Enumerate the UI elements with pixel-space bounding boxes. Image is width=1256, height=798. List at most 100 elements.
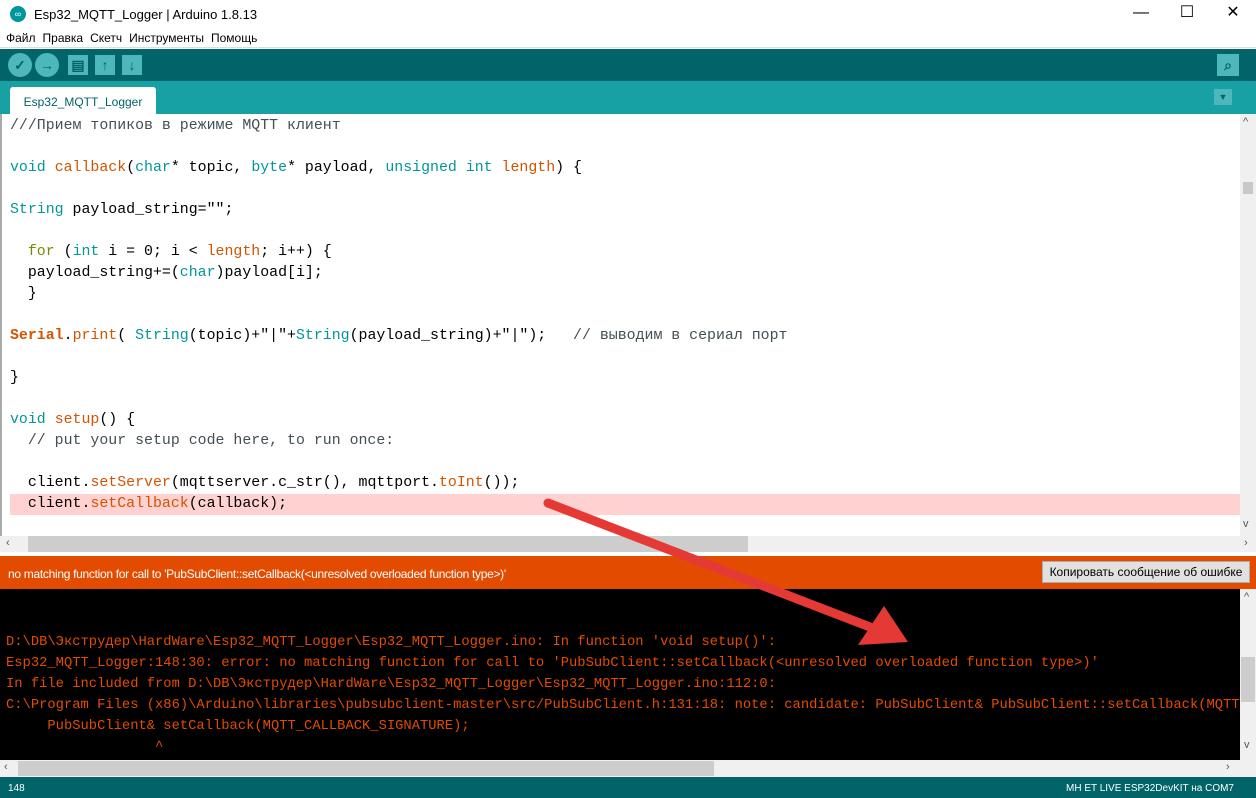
code-token: } [10,286,37,302]
code-token: length [501,160,556,176]
code-token: () { [99,412,136,428]
code-token: * topic, [170,160,252,176]
code-token: ( [126,160,136,176]
board-port-info: MH ET LIVE ESP32DevKIT на COM7 [1066,783,1234,794]
save-icon[interactable]: ↓ [122,55,142,75]
code-token: setCallback [90,496,189,512]
code-token: char [135,160,171,176]
menu-tools[interactable]: Инструменты [129,31,204,45]
code-line: } [10,368,19,389]
new-icon[interactable]: ▤ [68,55,88,75]
copy-error-button[interactable]: Копировать сообщение об ошибке [1042,561,1250,583]
tab-bar: Esp32_MQTT_Logger ▼ [0,81,1256,114]
scroll-left-icon[interactable]: ‹ [6,537,10,549]
code-token: . [63,328,73,344]
code-token: ) { [555,160,582,176]
upload-icon[interactable]: → [35,53,59,77]
code-token: char [179,265,216,281]
menu-bar: Файл Правка Скетч Инструменты Помощь [0,28,1256,48]
scroll-thumb[interactable] [28,536,748,552]
open-icon[interactable]: ↑ [95,55,115,75]
code-token: payload_string=""; [63,202,234,218]
menu-help[interactable]: Помощь [211,31,257,45]
code-line: Serial.print( String(topic)+"|"+String(p… [10,326,787,347]
code-token: payload_string+=( [10,265,180,281]
code-token: String [295,328,350,344]
code-line: } [10,284,37,305]
code-line-error-highlighted: client.setCallback(callback); [10,494,1240,515]
code-editor[interactable]: ///Прием топиков в режиме MQTT клиент voi… [0,114,1240,536]
code-token: ///Прием топиков в режиме MQTT клиент [10,118,341,134]
code-token: String [10,202,64,218]
code-token: ; i++) { [260,244,332,260]
console-horizontal-scrollbar[interactable]: ‹ › [0,760,1256,777]
code-token: byte [251,160,288,176]
serial-monitor-icon[interactable]: ⌕ [1217,54,1239,76]
scroll-right-icon[interactable]: › [1226,761,1230,773]
code-token: setServer [90,475,171,491]
verify-icon[interactable]: ✓ [8,53,32,77]
code-token: // put your setup code here, to run once… [27,433,395,449]
console-output[interactable]: D:\DB\Экструдер\HardWare\Esp32_MQTT_Logg… [0,589,1240,760]
console-line: D:\DB\Экструдер\HardWare\Esp32_MQTT_Logg… [6,635,776,650]
code-token: i = 0; i < [99,244,207,260]
code-token: String [135,328,189,344]
scroll-left-icon[interactable]: ‹ [4,761,8,773]
code-token: ( [117,328,136,344]
console-vertical-scrollbar[interactable]: ^ v [1240,589,1256,760]
code-line: ///Прием топиков в режиме MQTT клиент [10,116,341,137]
scroll-up-icon[interactable]: ^ [1243,116,1248,128]
tab-menu-chevron-down-icon[interactable]: ▼ [1214,89,1232,105]
console-line: Esp32_MQTT_Logger:148:30: error: no matc… [6,656,1099,671]
code-token: callback [54,160,127,176]
code-line: void setup() { [10,410,135,431]
close-button[interactable]: ✕ [1210,0,1256,28]
code-token: void [10,160,46,176]
code-token: Serial [10,328,64,344]
window-title: Esp32_MQTT_Logger | Arduino 1.8.13 [34,6,258,22]
code-token: client. [10,496,91,512]
code-token: * payload, [287,160,386,176]
code-line: payload_string+=(char)payload[i]; [10,263,323,284]
code-token: unsigned [385,160,457,176]
code-token: void [10,412,46,428]
code-line: client.setServer(mqttserver.c_str(), mqt… [10,473,520,494]
console-line: In file included from D:\DB\Экструдер\Ha… [6,677,776,692]
code-token: // выводим в сериал порт [573,328,788,344]
scroll-up-icon[interactable]: ^ [1244,591,1249,603]
code-token: ()); [483,475,520,491]
code-line: for (int i = 0; i < length; i++) { [10,242,332,263]
scroll-thumb[interactable] [1243,182,1253,194]
line-number: 148 [8,783,25,794]
code-token: )payload[i]; [215,265,323,281]
code-token: } [10,370,19,386]
menu-edit[interactable]: Правка [43,31,84,45]
code-token: (topic)+"|"+ [188,328,296,344]
code-line: String payload_string=""; [10,200,233,221]
editor-vertical-scrollbar[interactable]: ^ v [1240,114,1256,536]
scroll-thumb[interactable] [18,761,714,776]
code-token: (payload_string)+"|"); [349,328,574,344]
console-line: PubSubClient& setCallback(MQTT_CALLBACK_… [6,719,470,734]
code-token: print [72,328,118,344]
minimize-button[interactable]: — [1118,0,1164,28]
scroll-right-icon[interactable]: › [1244,537,1248,549]
code-token: for [27,244,55,260]
arduino-logo-icon: ∞ [10,6,26,22]
tab-sketch[interactable]: Esp32_MQTT_Logger [10,87,156,114]
toolbar: ✓ → ▤ ↑ ↓ ⌕ [0,49,1256,81]
menu-file[interactable]: Файл [6,31,36,45]
error-message: no matching function for call to 'PubSub… [8,567,506,581]
maximize-button[interactable]: ☐ [1164,0,1210,28]
scroll-thumb[interactable] [1241,657,1255,702]
scroll-down-icon[interactable]: v [1243,518,1249,530]
status-bar: 148 MH ET LIVE ESP32DevKIT на COM7 [0,777,1256,798]
menu-sketch[interactable]: Скетч [90,31,122,45]
scroll-down-icon[interactable]: v [1244,739,1250,751]
code-token: setup [54,412,100,428]
code-token: ( [54,244,73,260]
editor-horizontal-scrollbar[interactable]: ‹ › [0,536,1256,552]
